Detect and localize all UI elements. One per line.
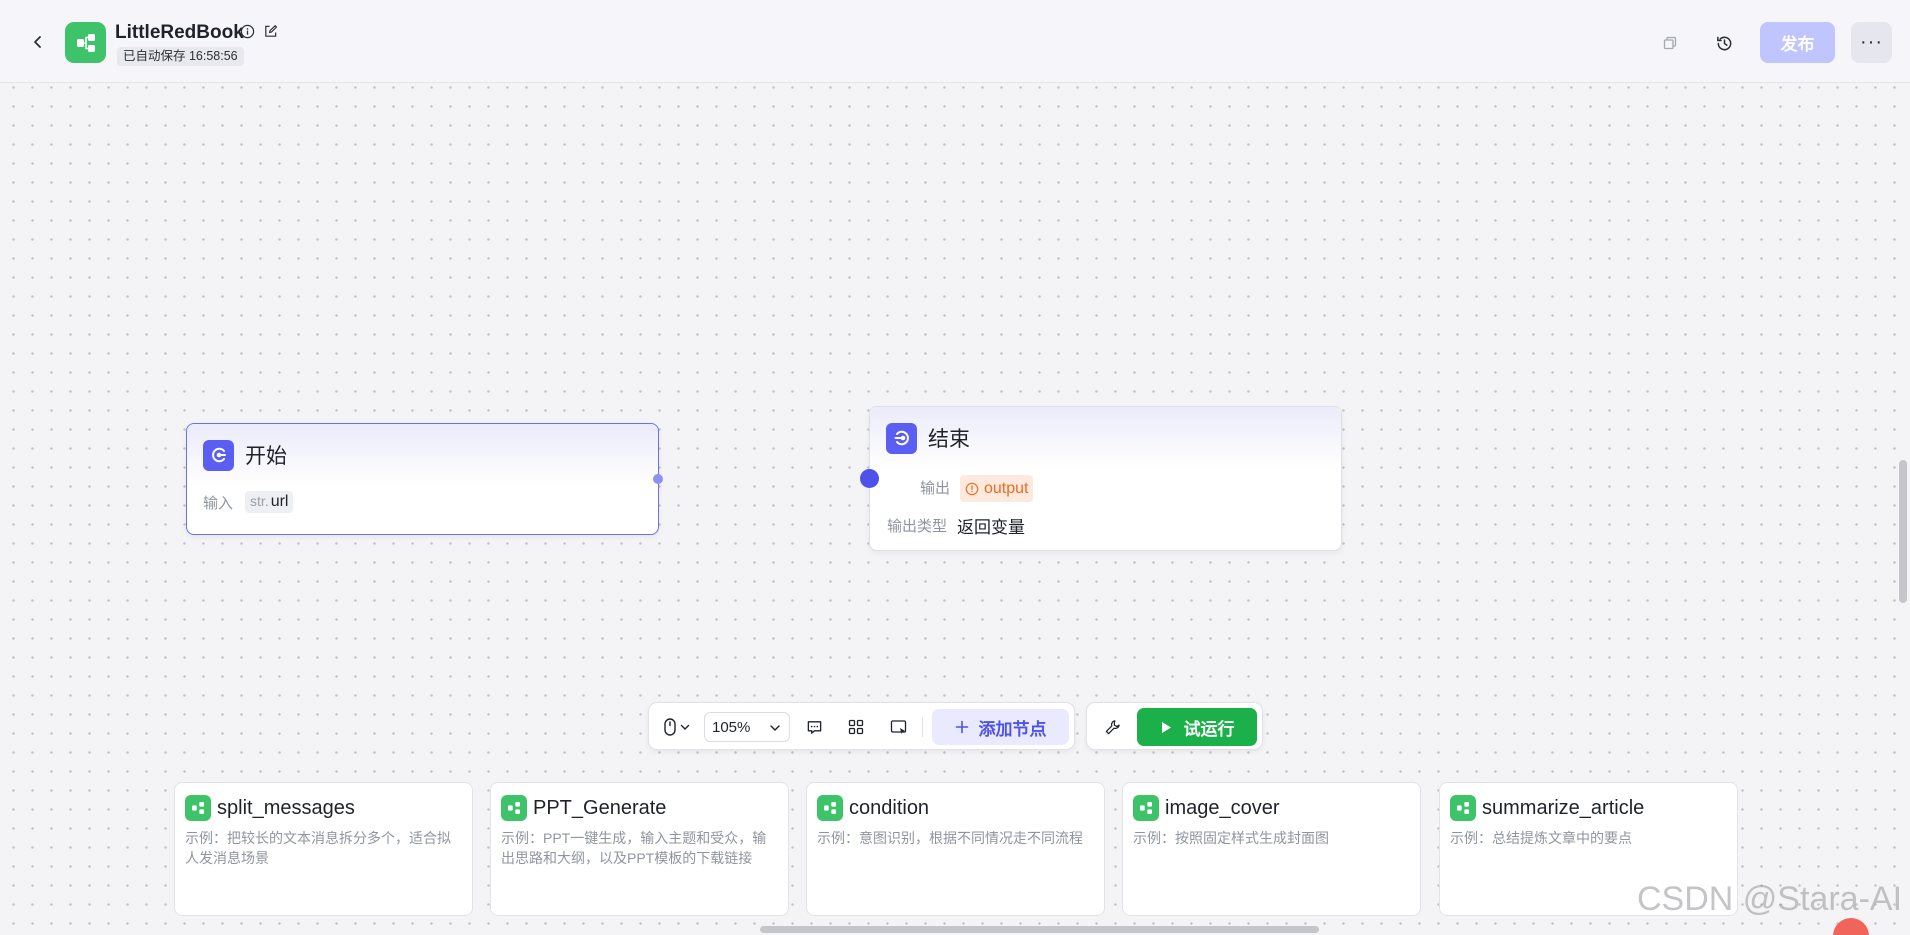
output-port[interactable] xyxy=(653,474,663,484)
workflow-title: LittleRedBook xyxy=(115,22,244,43)
mouse-icon xyxy=(664,718,676,736)
output-type-label: 输出类型 xyxy=(887,518,948,535)
template-name: split_messages xyxy=(217,796,355,819)
start-node-title: 开始 xyxy=(245,445,287,468)
test-run-button[interactable]: 试运行 xyxy=(1137,708,1257,746)
add-node-label: 添加节点 xyxy=(978,719,1047,739)
param-type: str. xyxy=(250,493,269,509)
add-node-button[interactable]: 添加节点 xyxy=(932,709,1069,745)
template-description: 示例：把较长的文本消息拆分多个，适合拟人发消息场景 xyxy=(185,830,451,866)
plus-icon xyxy=(955,720,968,734)
history-icon xyxy=(1716,36,1731,50)
input-port[interactable] xyxy=(860,469,879,488)
template-card-ppt-generate[interactable]: PPT_Generate 示例：PPT一键生成，输入主题和受众，输出思路和大纲，… xyxy=(490,782,789,916)
zoom-select[interactable]: 105% xyxy=(704,712,790,742)
workflow-icon xyxy=(185,795,211,821)
output-label: 输出 xyxy=(919,480,950,497)
start-node[interactable]: 开始 输入 str. url xyxy=(186,423,663,535)
input-param-chip: str. url xyxy=(245,491,294,513)
template-description: 示例：PPT一键生成，输入主题和受众，输出思路和大纲，以及PPT模板的下载链接 xyxy=(501,830,767,866)
end-node-title: 结束 xyxy=(928,428,970,451)
debug-tools-button[interactable] xyxy=(1100,715,1124,739)
template-card-split-messages[interactable]: split_messages 示例：把较长的文本消息拆分多个，适合拟人发消息场景 xyxy=(174,782,473,916)
watermark: CSDN @Stara-AI xyxy=(1637,880,1903,918)
layout-button[interactable] xyxy=(844,715,868,739)
grid-icon xyxy=(848,719,864,735)
assistant-avatar[interactable] xyxy=(1833,918,1869,935)
workflow-icon xyxy=(501,795,527,821)
output-variable-name: output xyxy=(984,479,1029,497)
template-name: condition xyxy=(849,796,930,819)
template-card-image-cover[interactable]: image_cover 示例：按照固定样式生成封面图 xyxy=(1122,782,1421,916)
toolbar-divider xyxy=(922,717,923,737)
history-button[interactable] xyxy=(1707,26,1741,60)
start-icon xyxy=(203,439,234,471)
output-type-value: 返回变量 xyxy=(957,518,1026,537)
back-button[interactable] xyxy=(26,30,50,54)
publish-button[interactable]: 发布 xyxy=(1760,22,1835,63)
workflow-icon xyxy=(817,795,843,821)
test-run-label: 试运行 xyxy=(1183,719,1235,739)
chevron-down-icon xyxy=(680,724,690,730)
template-name: PPT_Generate xyxy=(533,796,667,819)
end-icon xyxy=(886,422,917,454)
zoom-value: 105% xyxy=(712,718,751,736)
info-icon[interactable] xyxy=(240,24,255,39)
horizontal-scrollbar[interactable] xyxy=(760,926,1319,933)
workflow-icon xyxy=(1450,795,1476,821)
minimap-button[interactable] xyxy=(887,715,911,739)
chevron-down-icon xyxy=(770,725,780,731)
end-node[interactable]: 结束 输出 output 输出类型 返回变量 xyxy=(860,406,1342,551)
output-variable-chip: output xyxy=(960,475,1034,502)
workflow-logo-icon xyxy=(65,22,106,63)
warning-icon xyxy=(965,482,979,495)
run-toolbar: 试运行 xyxy=(1086,702,1263,750)
play-icon xyxy=(1161,721,1171,733)
template-description: 示例：意图识别，根据不同情况走不同流程 xyxy=(817,830,1083,846)
canvas-toolbar: 105% 添加节点 xyxy=(648,702,1075,750)
edit-icon[interactable] xyxy=(263,24,278,39)
workflow-icon xyxy=(1133,795,1159,821)
input-label: 输入 xyxy=(203,494,234,512)
template-description: 示例：总结提炼文章中的要点 xyxy=(1450,830,1632,846)
template-name: summarize_article xyxy=(1482,796,1645,819)
copy-icon xyxy=(1663,36,1677,50)
vertical-scrollbar[interactable] xyxy=(1899,460,1907,603)
interaction-mode-button[interactable] xyxy=(659,715,695,739)
chevron-left-icon xyxy=(34,36,41,48)
minimap-icon xyxy=(890,720,907,734)
template-name: image_cover xyxy=(1165,796,1280,819)
top-bar: LittleRedBook 已自动保存 16:58:56 发布 ··· xyxy=(0,0,1910,83)
template-description: 示例：按照固定样式生成封面图 xyxy=(1133,830,1329,846)
comment-icon xyxy=(807,720,821,734)
comment-button[interactable] xyxy=(802,715,826,739)
template-card-condition[interactable]: condition 示例：意图识别，根据不同情况走不同流程 xyxy=(806,782,1105,916)
more-button[interactable]: ··· xyxy=(1851,22,1892,63)
param-name: url xyxy=(270,493,289,510)
autosave-status: 已自动保存 16:58:56 xyxy=(117,47,244,66)
wrench-icon xyxy=(1105,719,1120,734)
copy-button[interactable] xyxy=(1653,26,1687,60)
